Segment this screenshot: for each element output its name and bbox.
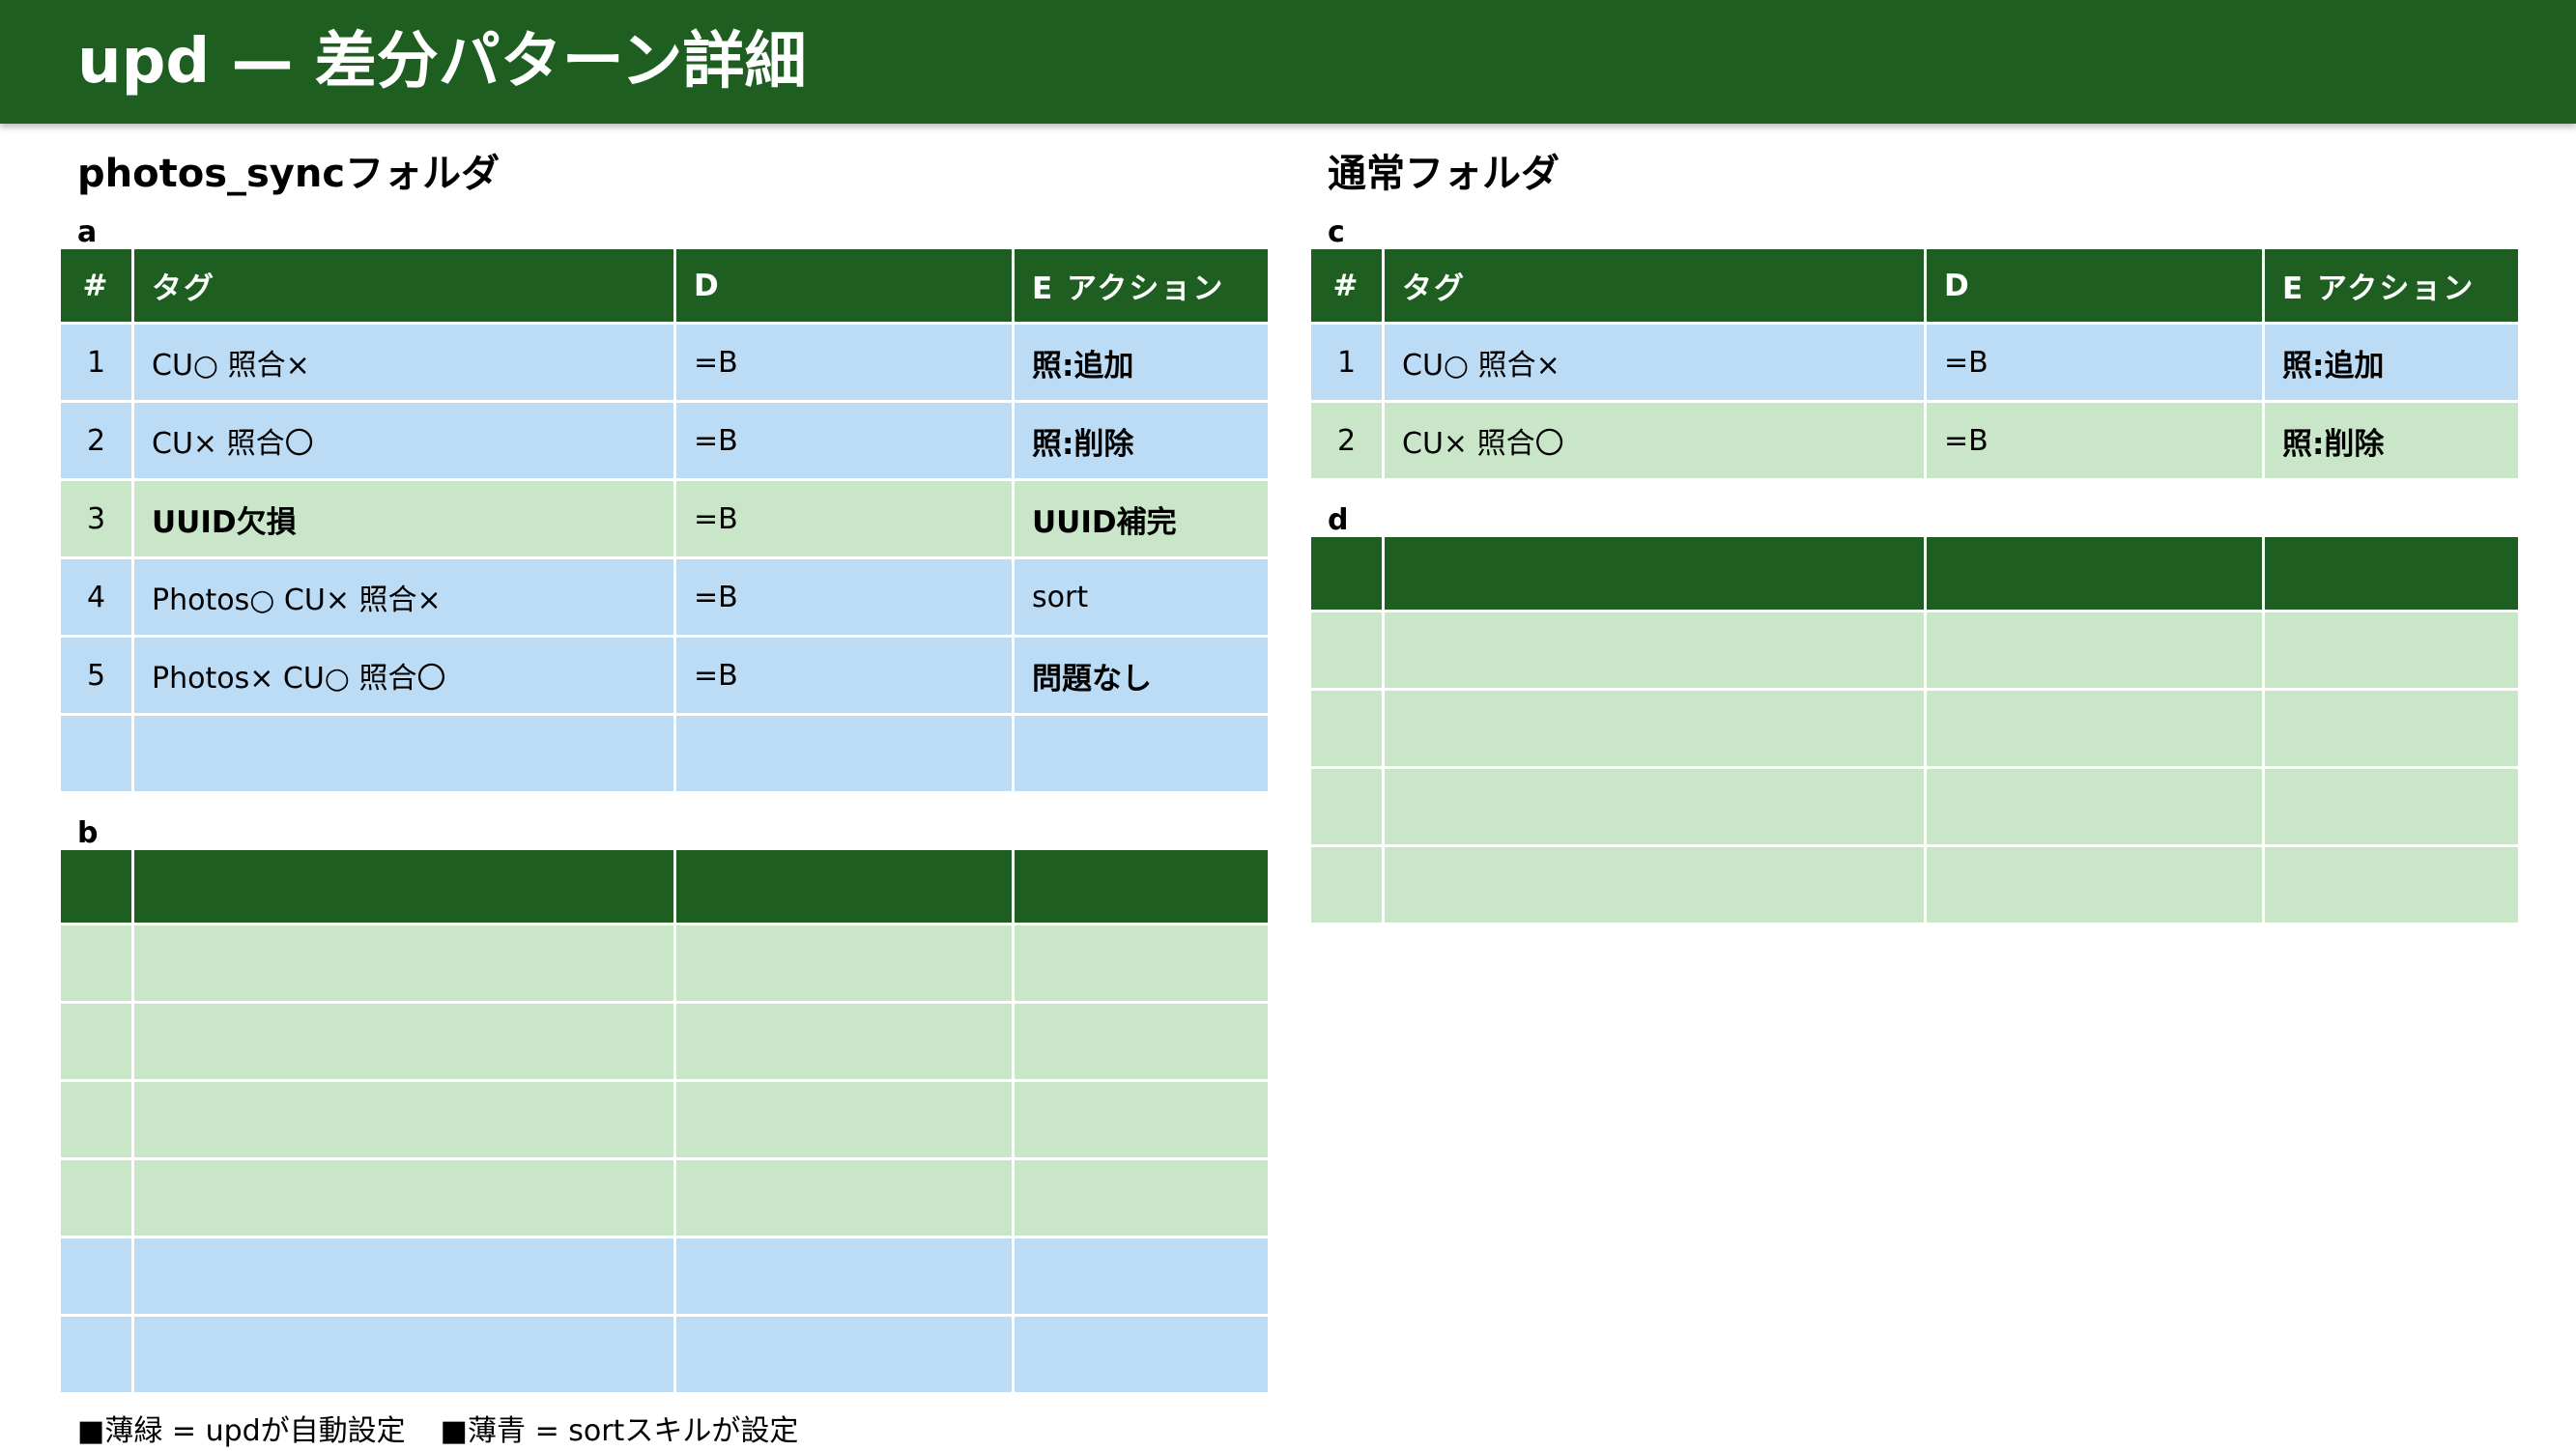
cell-number: 2 [58, 400, 134, 481]
column-header-number: # [1308, 246, 1385, 325]
table-row [1308, 766, 2521, 847]
cell-d: =B [673, 635, 1015, 716]
cell-number [58, 713, 134, 794]
column-header-number: # [58, 246, 134, 325]
table-row [58, 1079, 1271, 1160]
cell-number: 1 [1308, 322, 1385, 403]
cell-action [1012, 713, 1271, 794]
cell-number: 3 [58, 478, 134, 559]
table-header-row: # タグ D E アクション [58, 246, 1271, 325]
table-label-c: c [1328, 215, 1345, 249]
table-row: 2 CU× 照合〇 =B 照:削除 [58, 400, 1271, 481]
table-label-b: b [77, 816, 99, 850]
cell-number: 1 [58, 322, 134, 403]
cell-tag: Photos× CU○ 照合〇 [131, 635, 676, 716]
cell-tag: UUID欠損 [131, 478, 676, 559]
column-header-action: E アクション [1012, 246, 1271, 325]
column-header-d: D [1924, 246, 2265, 325]
column-header-tag: タグ [1382, 246, 1927, 325]
column-header-d: D [673, 246, 1015, 325]
cell-d: =B [1924, 322, 2265, 403]
legend-blue-text: 薄青 = sortスキルが設定 [468, 1414, 799, 1448]
cell-d [673, 713, 1015, 794]
cell-tag: Photos○ CU× 照合× [131, 556, 676, 638]
table-row: 5 Photos× CU○ 照合〇 =B 問題なし [58, 635, 1271, 716]
column-header-tag: タグ [131, 246, 676, 325]
table-row [58, 1236, 1271, 1317]
table-c: # タグ D E アクション 1 CU○ 照合× =B 照:追加 2 CU× 照… [1308, 246, 2521, 481]
table-label-a: a [77, 215, 98, 249]
cell-tag: CU× 照合〇 [131, 400, 676, 481]
cell-tag [131, 713, 676, 794]
cell-action: 照:追加 [2262, 322, 2521, 403]
title-bar: upd — 差分パターン詳細 [0, 0, 2576, 124]
cell-number: 5 [58, 635, 134, 716]
table-row: 3 UUID欠損 =B UUID補完 [58, 478, 1271, 559]
table-row: 1 CU○ 照合× =B 照:追加 [1308, 322, 2521, 403]
table-row: 1 CU○ 照合× =B 照:追加 [58, 322, 1271, 403]
cell-action: 照:削除 [1012, 400, 1271, 481]
cell-tag: CU○ 照合× [131, 322, 676, 403]
table-d [1308, 534, 2521, 925]
cell-action: 問題なし [1012, 635, 1271, 716]
column-header-action: E アクション [2262, 246, 2521, 325]
table-row [1308, 610, 2521, 691]
section-title-normal-folder: 通常フォルダ [1328, 152, 1560, 196]
legend-blue-marker: ■ [440, 1414, 469, 1448]
table-row [1308, 688, 2521, 769]
cell-d: =B [673, 556, 1015, 638]
table-row [58, 1157, 1271, 1238]
table-row [58, 1314, 1271, 1395]
cell-action: UUID補完 [1012, 478, 1271, 559]
cell-number: 2 [1308, 400, 1385, 481]
cell-d: =B [673, 322, 1015, 403]
table-label-d: d [1328, 503, 1349, 537]
table-b [58, 847, 1271, 1395]
cell-d: =B [673, 400, 1015, 481]
table-row: 4 Photos○ CU× 照合× =B sort [58, 556, 1271, 638]
legend-green-marker: ■ [77, 1414, 105, 1448]
table-header-row: # タグ D E アクション [1308, 246, 2521, 325]
cell-tag: CU○ 照合× [1382, 322, 1927, 403]
cell-tag: CU× 照合〇 [1382, 400, 1927, 481]
table-header-row [58, 847, 1271, 925]
cell-action: sort [1012, 556, 1271, 638]
cell-action: 照:追加 [1012, 322, 1271, 403]
table-row [58, 923, 1271, 1004]
table-row [58, 713, 1271, 794]
cell-action: 照:削除 [2262, 400, 2521, 481]
table-header-row [1308, 534, 2521, 612]
cell-d: =B [673, 478, 1015, 559]
page-title: upd — 差分パターン詳細 [77, 26, 807, 98]
legend: ■薄緑 = updが自動設定 ■薄青 = sortスキルが設定 [77, 1412, 798, 1451]
section-title-photos-sync: photos_syncフォルダ [77, 152, 501, 196]
legend-green-text: 薄緑 = updが自動設定 [104, 1414, 406, 1448]
table-row [58, 1001, 1271, 1082]
cell-d: =B [1924, 400, 2265, 481]
table-row: 2 CU× 照合〇 =B 照:削除 [1308, 400, 2521, 481]
cell-number: 4 [58, 556, 134, 638]
table-a: # タグ D E アクション 1 CU○ 照合× =B 照:追加 2 CU× 照… [58, 246, 1271, 794]
table-row [1308, 844, 2521, 925]
